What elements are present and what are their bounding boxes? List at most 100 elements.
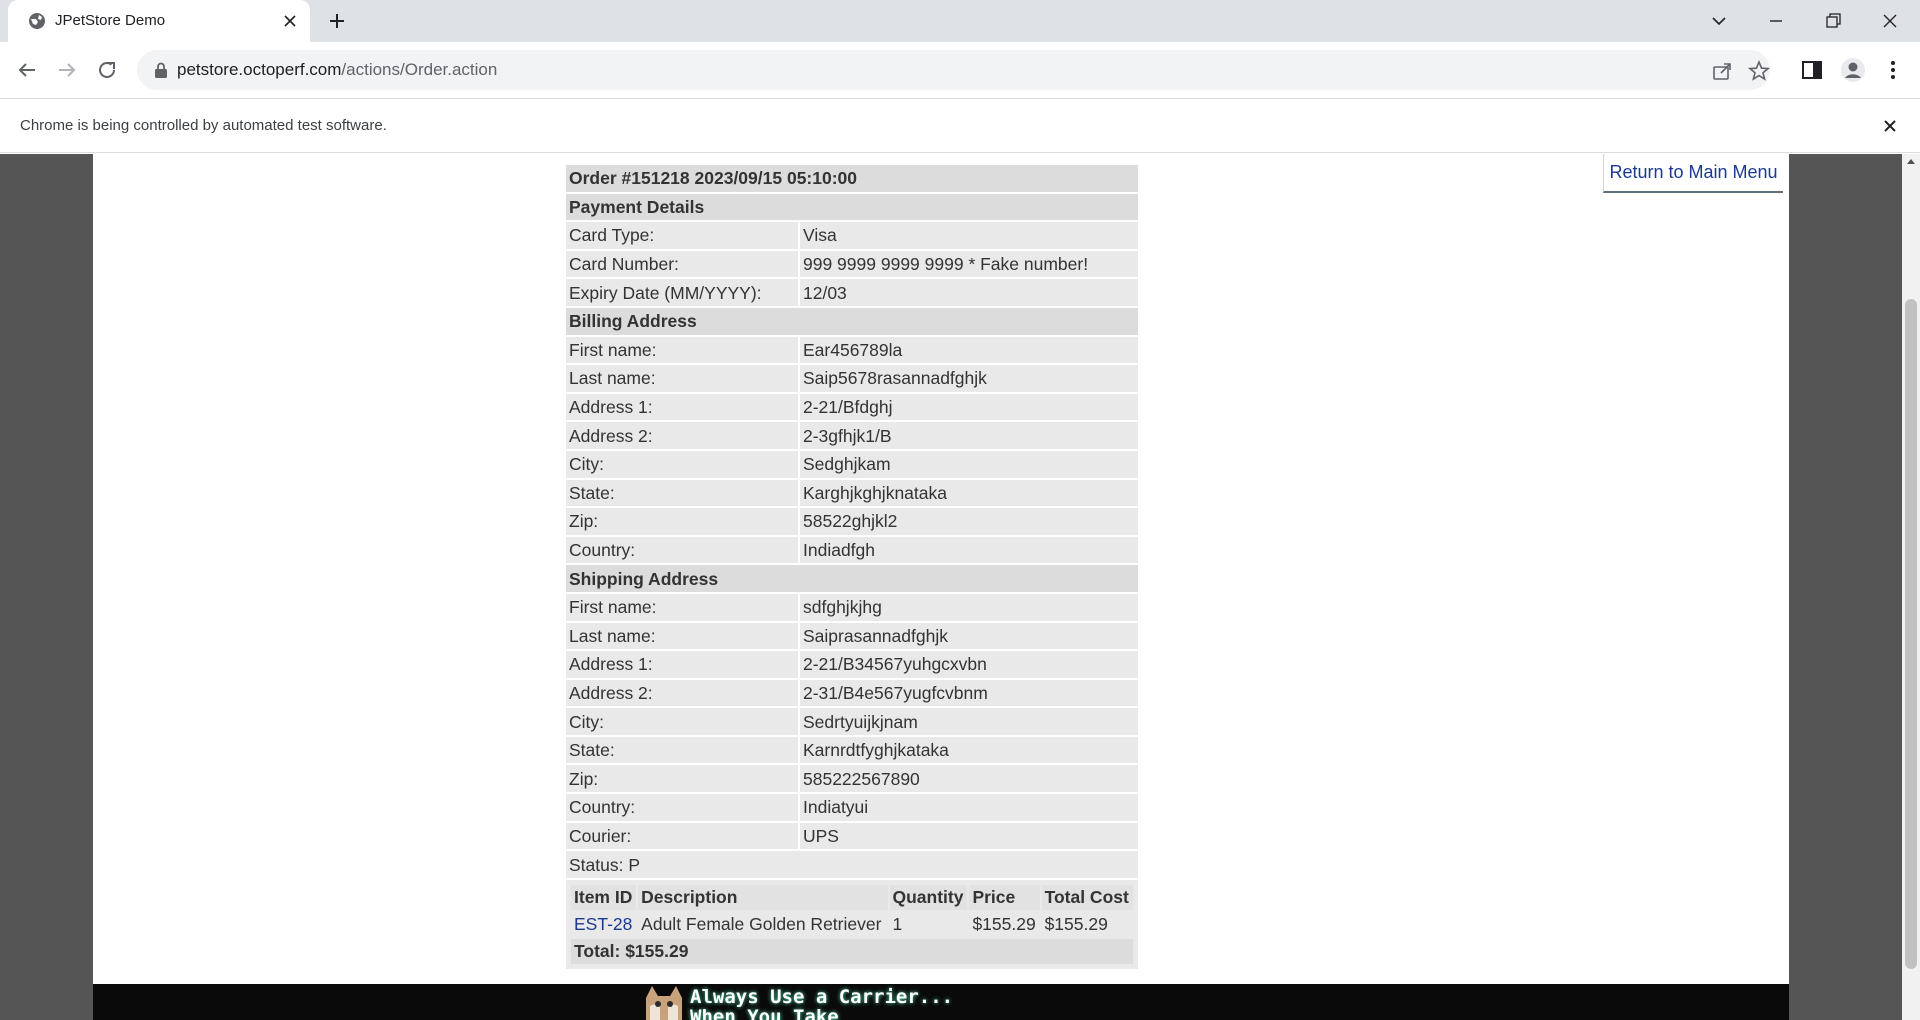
scrollbar-thumb[interactable] (1905, 299, 1917, 969)
field-value: 2-21/Bfdghj (800, 393, 1138, 421)
field-label: City: (566, 450, 798, 478)
share-icon[interactable] (1711, 60, 1733, 82)
order-row: First name: Ear456789la (566, 336, 1138, 364)
globe-icon (29, 13, 45, 29)
shipping-address-heading: Shipping Address (566, 565, 1138, 592)
return-to-main-menu-link[interactable]: Return to Main Menu (1604, 161, 1783, 183)
field-value: Visa (800, 222, 1138, 249)
order-row: Address 1: 2-21/Bfdghj (566, 393, 1138, 421)
page-viewport: Return to Main Menu Order #151218 2023/0… (0, 154, 1920, 1020)
return-menu-box: Return to Main Menu (1603, 154, 1783, 193)
column-header: Total Cost (1041, 884, 1133, 910)
field-value: Karghjkghjknataka (800, 479, 1138, 507)
billing-address-heading: Billing Address (566, 307, 1138, 335)
order-row: Courier: UPS (566, 822, 1138, 850)
banner-line-2: When You Take (690, 1006, 839, 1020)
quantity-cell: 1 (889, 911, 968, 937)
scroll-up-arrow-icon[interactable] (1906, 157, 1916, 165)
automation-infobar: Chrome is being controlled by automated … (0, 98, 1920, 153)
close-icon[interactable] (280, 11, 300, 31)
order-row: Expiry Date (MM/YYYY): 12/03 (566, 279, 1138, 306)
order-row: Address 1: 2-21/B34567yuhgcxvbn (566, 651, 1138, 678)
column-header: Quantity (889, 884, 968, 910)
item-id-link[interactable]: EST-28 (574, 914, 632, 934)
column-header: Price (969, 884, 1040, 910)
order-row: State: Karnrdtfyghjkataka (566, 736, 1138, 764)
side-panel-icon[interactable] (1798, 56, 1826, 84)
profile-icon[interactable] (1839, 56, 1867, 84)
field-label: City: (566, 708, 798, 735)
order-status: Status: P (566, 851, 1138, 878)
field-label: Last name: (566, 622, 798, 650)
lock-icon[interactable] (154, 62, 168, 78)
chevron-down-icon[interactable] (1706, 8, 1732, 34)
close-window-icon[interactable] (1877, 8, 1903, 34)
field-value: 58522ghjkl2 (800, 508, 1138, 535)
field-label: Card Type: (566, 222, 798, 249)
line-items-wrapper: Item ID Description Quantity Price Total… (566, 879, 1138, 969)
restore-icon[interactable] (1820, 8, 1846, 34)
order-row: Zip: 58522ghjkl2 (566, 508, 1138, 535)
field-label: Card Number: (566, 250, 798, 278)
arrow-right-icon[interactable] (53, 56, 81, 84)
column-header: Description (638, 884, 888, 910)
page-content: Return to Main Menu Order #151218 2023/0… (93, 154, 1789, 1020)
description-cell: Adult Female Golden Retriever (638, 911, 888, 937)
field-value: 12/03 (800, 279, 1138, 306)
field-label: Last name: (566, 365, 798, 392)
order-row: Zip: 585222567890 (566, 765, 1138, 793)
field-value: 2-31/B4e567yugfcvbnm (800, 679, 1138, 707)
order-row: City: Sedrtyuijkjnam (566, 708, 1138, 735)
price-cell: $155.29 (969, 911, 1040, 937)
close-icon[interactable] (1879, 115, 1901, 137)
field-label: State: (566, 736, 798, 764)
field-value: UPS (800, 822, 1138, 850)
order-row: Country: Indiatyui (566, 794, 1138, 821)
line-items-cell: Item ID Description Quantity Price Total… (566, 879, 1138, 969)
minimize-icon[interactable] (1763, 8, 1789, 34)
total-row: Total: $155.29 (571, 938, 1133, 964)
order-row: First name: sdfghjkjhg (566, 593, 1138, 621)
reload-icon[interactable] (93, 56, 121, 84)
url-path: /actions/Order.action (341, 60, 498, 79)
plus-icon[interactable] (326, 10, 348, 32)
star-icon[interactable] (1748, 60, 1770, 82)
order-row: Country: Indiadfgh (566, 536, 1138, 564)
address-bar[interactable]: petstore.octoperf.com/actions/Order.acti… (137, 50, 1770, 90)
kitten-icon (646, 986, 682, 1020)
browser-tab[interactable]: JPetStore Demo (8, 0, 310, 42)
field-value: Sedrtyuijkjnam (800, 708, 1138, 735)
browser-toolbar: petstore.octoperf.com/actions/Order.acti… (0, 42, 1920, 98)
field-value: 2-21/B34567yuhgcxvbn (800, 651, 1138, 678)
kebab-menu-icon[interactable] (1879, 56, 1907, 84)
field-value: Karnrdtfyghjkataka (800, 736, 1138, 764)
field-value: Saip5678rasannadfghjk (800, 365, 1138, 392)
field-value: sdfghjkjhg (800, 593, 1138, 621)
field-value: 999 9999 9999 9999 * Fake number! (800, 250, 1138, 278)
field-label: Courier: (566, 822, 798, 850)
order-row: Address 2: 2-3gfhjk1/B (566, 422, 1138, 449)
arrow-left-icon[interactable] (13, 56, 41, 84)
order-row: Address 2: 2-31/B4e567yugfcvbnm (566, 679, 1138, 707)
field-label: Country: (566, 536, 798, 564)
field-label: First name: (566, 593, 798, 621)
payment-details-heading: Payment Details (566, 193, 1138, 221)
field-value: Indiatyui (800, 794, 1138, 821)
field-label: Address 2: (566, 422, 798, 449)
infobar-text: Chrome is being controlled by automated … (20, 117, 387, 134)
field-label: Zip: (566, 765, 798, 793)
field-label: Address 2: (566, 679, 798, 707)
line-items-header: Item ID Description Quantity Price Total… (571, 884, 1133, 910)
banner-line-1: Always Use a Carrier... (690, 986, 954, 1008)
url-host: petstore.octoperf.com (177, 60, 342, 79)
total-cost-cell: $155.29 (1041, 911, 1133, 937)
field-value: Saiprasannadfghjk (800, 622, 1138, 650)
vertical-scrollbar[interactable] (1902, 154, 1920, 1020)
order-total: Total: $155.29 (571, 938, 1133, 964)
url-text[interactable]: petstore.octoperf.com/actions/Order.acti… (177, 60, 497, 80)
footer-banner-bar: Always Use a Carrier... When You Take (93, 984, 1789, 1020)
field-label: Address 1: (566, 651, 798, 678)
tab-strip: JPetStore Demo (0, 0, 1920, 42)
order-row: Card Number: 999 9999 9999 9999 * Fake n… (566, 250, 1138, 278)
tab-title: JPetStore Demo (55, 12, 166, 29)
